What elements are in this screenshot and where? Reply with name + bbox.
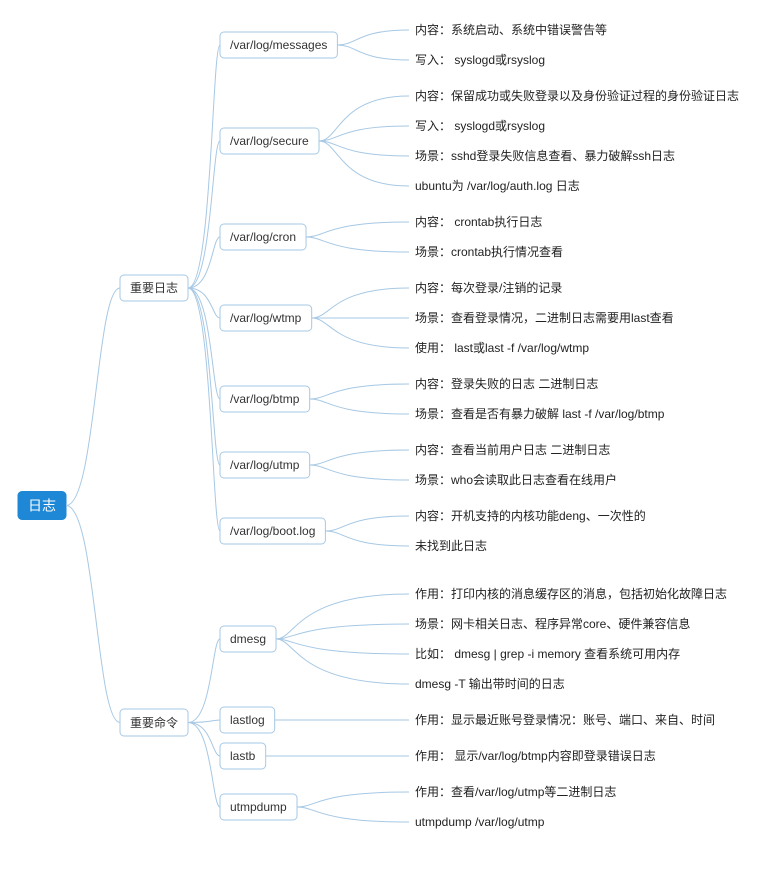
root-label: 日志 xyxy=(28,498,56,514)
leaf-text: 内容：开机支持的内核功能deng、一次性的 xyxy=(415,508,646,523)
connector xyxy=(188,723,220,757)
leaf-text: 场景：查看登录情况，二进制日志需要用last查看 xyxy=(415,310,674,325)
connector xyxy=(312,318,409,348)
connector xyxy=(306,222,409,237)
leaf-text: 内容：登录失败的日志 二进制日志 xyxy=(415,376,598,391)
node-label: lastb xyxy=(230,749,256,763)
leaf-text: 作用：打印内核的消息缓存区的消息，包括初始化故障日志 xyxy=(415,586,727,601)
leaf-text: 作用：显示最近账号登录情况：账号、端口、来自、时间 xyxy=(415,712,715,727)
connector xyxy=(337,30,409,45)
leaf-text: utmpdump /var/log/utmp xyxy=(415,815,545,829)
leaf-text: 场景：sshd登录失败信息查看、暴力破解ssh日志 xyxy=(415,148,675,163)
connector xyxy=(310,465,409,480)
node-label: /var/log/wtmp xyxy=(230,311,302,325)
node-label: /var/log/secure xyxy=(230,134,309,148)
connector xyxy=(310,384,409,399)
leaf-text: 内容：系统启动、系统中错误警告等 xyxy=(415,22,607,37)
connector xyxy=(297,792,409,807)
connector xyxy=(310,399,409,414)
leaf-text: 使用： last或last -f /var/log/wtmp xyxy=(415,340,589,355)
node-label: /var/log/utmp xyxy=(230,458,300,472)
connector xyxy=(276,639,409,684)
leaf-text: 内容：每次登录/注销的记录 xyxy=(415,280,562,295)
connector xyxy=(325,531,409,546)
node-label: /var/log/boot.log xyxy=(230,524,315,538)
connector xyxy=(188,141,220,288)
node-label: lastlog xyxy=(230,713,265,727)
leaf-text: 写入： syslogd或rsyslog xyxy=(415,119,545,133)
leaf-text: 内容：查看当前用户日志 二进制日志 xyxy=(415,442,610,457)
connector xyxy=(276,594,409,639)
connector xyxy=(337,45,409,60)
connector xyxy=(188,639,220,723)
connector xyxy=(297,807,409,822)
node-label: /var/log/btmp xyxy=(230,392,300,406)
mindmap-diagram: 日志 重要日志/var/log/messages 内容：系统启动、系统中错误警告等写… xyxy=(0,0,770,880)
branch-label: 重要命令 xyxy=(130,715,178,730)
leaf-text: 比如： dmesg | grep -i memory 查看系统可用内存 xyxy=(415,646,680,661)
leaf-text: dmesg -T 输出带时间的日志 xyxy=(415,676,565,691)
node-label: /var/log/messages xyxy=(230,38,327,52)
connector xyxy=(188,723,220,808)
leaf-text: 未找到此日志 xyxy=(415,539,487,553)
connector xyxy=(310,450,409,465)
leaf-text: 内容： crontab执行日志 xyxy=(415,214,542,229)
leaf-text: 作用： 显示/var/log/btmp内容即登录错误日志 xyxy=(415,748,656,763)
leaf-text: 写入： syslogd或rsyslog xyxy=(415,53,545,67)
connector xyxy=(325,516,409,531)
node-label: utmpdump xyxy=(230,800,287,814)
connector xyxy=(66,506,120,723)
connector xyxy=(312,288,409,318)
leaf-text: 场景：who会读取此日志查看在线用户 xyxy=(415,472,617,487)
connector xyxy=(319,96,409,141)
connector xyxy=(306,237,409,252)
connector xyxy=(319,141,409,186)
connector xyxy=(188,237,220,288)
branch-label: 重要日志 xyxy=(130,281,178,295)
leaf-text: 场景：crontab执行情况查看 xyxy=(415,245,563,259)
leaf-text: ubuntu为 /var/log/auth.log 日志 xyxy=(415,179,580,193)
leaf-text: 场景：查看是否有暴力破解 last -f /var/log/btmp xyxy=(415,406,665,421)
leaf-text: 作用：查看/var/log/utmp等二进制日志 xyxy=(415,785,616,799)
leaf-text: 场景：网卡相关日志、程序异常core、硬件兼容信息 xyxy=(415,616,690,631)
node-label: dmesg xyxy=(230,632,266,646)
node-label: /var/log/cron xyxy=(230,230,296,244)
connector xyxy=(66,288,120,506)
leaf-text: 内容：保留成功或失败登录以及身份验证过程的身份验证日志 xyxy=(415,88,739,103)
